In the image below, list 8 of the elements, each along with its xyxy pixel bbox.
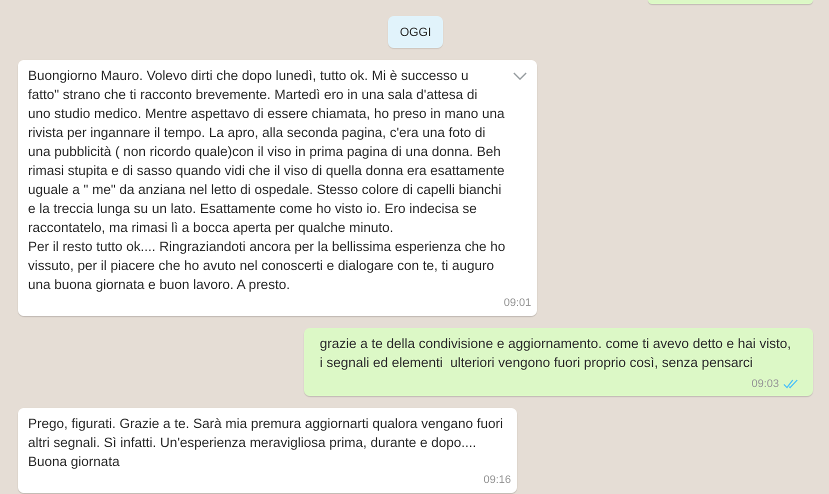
chevron-down-icon[interactable] xyxy=(513,72,528,81)
message-text: Buongiorno Mauro. Volevo dirti che dopo lunedì, tutto ok. Mi è successo u fatto" strano che ti racconto brevemente. Martedì ero in una sala d'attesa di uno studio medico. Mentre aspettavo di essere chiamata, ho preso in mano una rivista per ingannare il tempo. La apro, alla seconda pagina, c'era una foto di una pubblicità ( non ricordo quale)con il viso in prima pagina di una donna. Beh rimasi stupita e di sasso quando vidi che il viso di quella donna era esattamente uguale a " me" da anziana nel letto di ospedale. Stesso colore di capelli bianchi e la treccia lunga su un lato. Esattamente come ho visto io. Ero indecisa se raccontatelo, ma rimasi lì a bocca aperta per qualche minuto. Per il resto tutto ok.... Ringraziandoti ancora per la bellissima esperienza che ho vissuto, per il piacere che ho avuto nel conoscerti e dialogare con te, ti auguro una buona giornata e buon lavoro. A presto. xyxy=(28,67,506,294)
message-time: 09:03 xyxy=(751,376,779,392)
message-time: 09:01 xyxy=(504,296,532,311)
message-text: grazie a te della condivisione e aggiornamento. come ti avevo detto e hai visto, i segnali ed elementi ulteriori vengono fuori proprio così, senza pensarci xyxy=(320,334,792,372)
message-text: Prego, figurati. Grazie a te. Sarà mia premura aggiornarti qualora vengano fuori altri segnali. Sì infatti. Un'esperienza meravigliosa prima, durante e dopo.... Buona giornata xyxy=(28,415,504,471)
message-time: 09:16 xyxy=(483,473,512,488)
date-chip: OGGI xyxy=(388,16,444,48)
